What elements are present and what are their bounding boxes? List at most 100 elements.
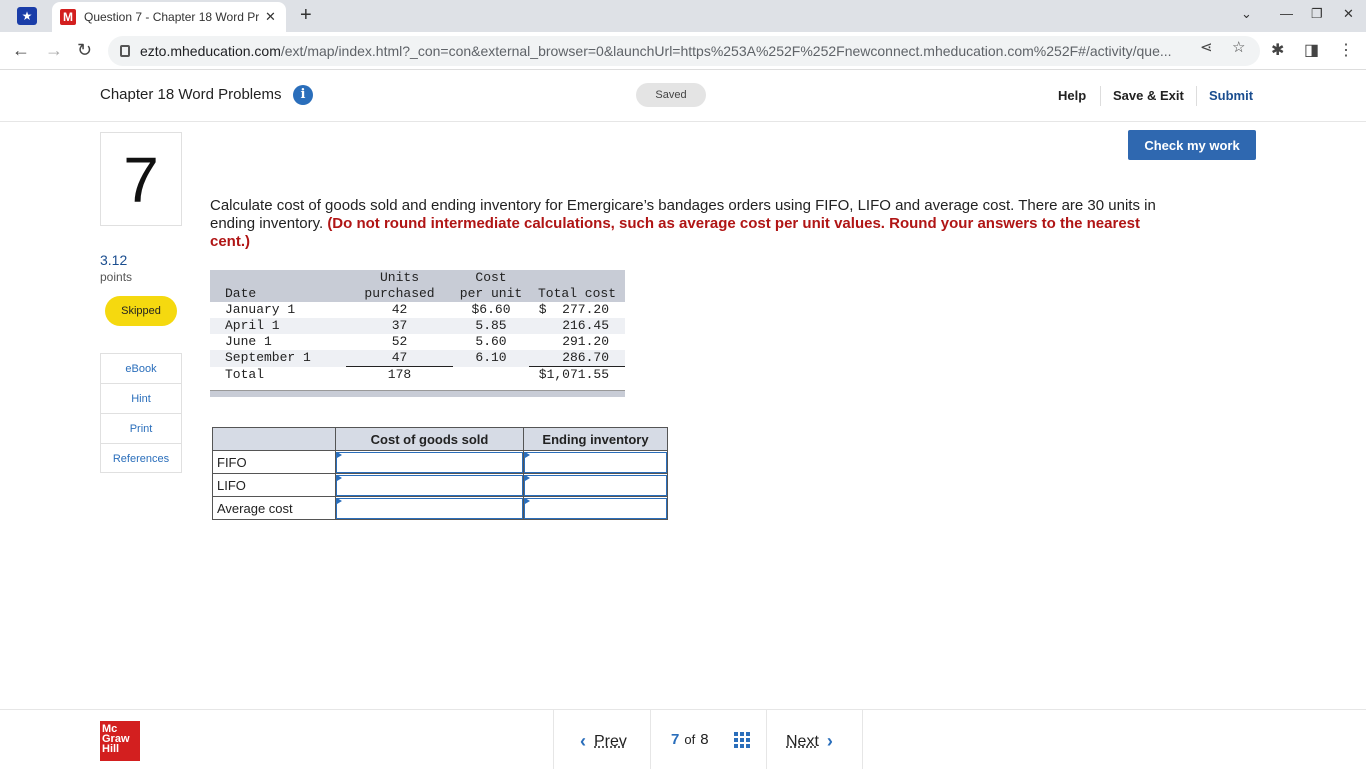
close-tab-icon[interactable]: ✕ xyxy=(265,9,276,25)
prev-label: Prev xyxy=(594,733,627,751)
address-bar[interactable]: ezto.mheducation.com/ext/map/index.html?… xyxy=(108,36,1260,66)
input-flag-icon xyxy=(337,498,342,504)
tab-search-chevron-icon[interactable]: ⌄ xyxy=(1241,6,1252,22)
saved-badge: Saved xyxy=(636,83,706,107)
status-badge: Skipped xyxy=(105,296,177,326)
input-flag-icon xyxy=(337,452,342,458)
cell-units: 42 xyxy=(346,302,453,318)
hint-link[interactable]: Hint xyxy=(101,384,181,414)
cell-date: September 1 xyxy=(210,350,346,367)
answer-row-fifo: FIFO xyxy=(213,451,668,474)
cell-cost: 5.85 xyxy=(453,318,529,334)
pagination: ‹ Prev 7 of 8 Next › xyxy=(553,710,863,769)
header-cost: Cost per unit xyxy=(453,270,529,302)
cell-cost: 5.60 xyxy=(453,334,529,350)
cell-total: 286.70 xyxy=(529,350,625,367)
average-ending-cell xyxy=(524,497,668,520)
check-my-work-button[interactable]: Check my work xyxy=(1128,130,1256,160)
question-grid-icon[interactable] xyxy=(734,732,750,748)
table-row: June 1 52 5.60 291.20 xyxy=(210,334,625,350)
average-cogs-cell xyxy=(336,497,524,520)
header-units: Units purchased xyxy=(346,270,453,302)
answer-header-row: Cost of goods sold Ending inventory xyxy=(213,428,668,451)
divider xyxy=(766,710,767,769)
row-label: LIFO xyxy=(213,474,336,497)
row-label: Average cost xyxy=(213,497,336,520)
table-row: April 1 37 5.85 216.45 xyxy=(210,318,625,334)
cell-empty xyxy=(453,367,529,384)
answer-row-average: Average cost xyxy=(213,497,668,520)
lifo-ending-cell xyxy=(524,474,668,497)
divider xyxy=(650,710,651,769)
fifo-ending-input[interactable] xyxy=(524,452,667,473)
header-date: Date xyxy=(210,270,346,302)
restore-icon[interactable]: ❐ xyxy=(1311,6,1323,22)
question-prompt: Calculate cost of goods sold and ending … xyxy=(210,197,1160,251)
forward-arrow-icon[interactable]: → xyxy=(45,40,63,61)
back-arrow-icon[interactable]: ← xyxy=(12,40,30,61)
url-text: ezto.mheducation.com/ext/map/index.html?… xyxy=(140,43,1185,59)
cell-date: January 1 xyxy=(210,302,346,318)
points-label: points xyxy=(100,270,132,284)
cell-total: 291.20 xyxy=(529,334,625,350)
window-close-icon[interactable]: ✕ xyxy=(1343,6,1354,22)
cell-units: 37 xyxy=(346,318,453,334)
header-cogs: Cost of goods sold xyxy=(336,428,524,451)
table-row: January 1 42 $6.60 $ 277.20 xyxy=(210,302,625,318)
table-scrollbar[interactable] xyxy=(210,390,625,397)
help-link[interactable]: Help xyxy=(1058,88,1086,103)
next-label: Next xyxy=(786,733,819,751)
minimize-icon[interactable]: — xyxy=(1280,6,1293,21)
extensions-puzzle-icon[interactable]: ✱ xyxy=(1271,40,1284,60)
print-link[interactable]: Print xyxy=(101,414,181,444)
new-tab-icon[interactable]: + xyxy=(300,4,312,27)
submit-link[interactable]: Submit xyxy=(1209,88,1253,103)
prev-button[interactable]: ‹ Prev xyxy=(572,731,627,752)
lifo-cogs-cell xyxy=(336,474,524,497)
more-menu-icon[interactable]: ⋮ xyxy=(1338,40,1354,60)
assignment-title: Chapter 18 Word Problems xyxy=(100,86,281,103)
side-panel-icon[interactable]: ◨ xyxy=(1304,40,1319,60)
mcgraw-hill-logo: Mc Graw Hill xyxy=(100,721,140,761)
info-icon[interactable]: i xyxy=(293,85,313,105)
of-label: of xyxy=(684,732,695,747)
table-total-row: Total 178 $1,071.55 xyxy=(210,367,625,384)
average-ending-input[interactable] xyxy=(524,498,667,519)
input-flag-icon xyxy=(525,452,530,458)
lifo-ending-input[interactable] xyxy=(524,475,667,496)
resource-menu: eBook Hint Print References xyxy=(100,353,182,473)
browser-tab[interactable]: M Question 7 - Chapter 18 Word Pr ✕ xyxy=(52,2,286,32)
lifo-cogs-input[interactable] xyxy=(336,475,523,496)
app-header: Chapter 18 Word Problems i Saved Help Sa… xyxy=(0,70,1366,122)
footer: Mc Graw Hill ‹ Prev 7 of 8 Next › xyxy=(0,709,1366,768)
references-link[interactable]: References xyxy=(101,444,181,472)
next-button[interactable]: Next › xyxy=(786,731,841,752)
cell-units: 47 xyxy=(346,350,453,367)
question-number: 7 xyxy=(100,132,182,226)
cell-total-label: Total xyxy=(210,367,346,384)
bookmark-star-icon[interactable]: ☆ xyxy=(1232,38,1245,56)
table-header-row: Date Units purchased Cost per unit Total c… xyxy=(210,270,625,302)
extension-star-icon[interactable]: ★ xyxy=(17,7,37,25)
average-cogs-input[interactable] xyxy=(336,498,523,519)
purchases-table: Date Units purchased Cost per unit Total c… xyxy=(210,270,625,383)
points-value: 3.12 xyxy=(100,252,127,268)
mheducation-favicon-icon: M xyxy=(60,9,76,25)
header-total: Total cost xyxy=(529,270,625,302)
divider xyxy=(1196,86,1197,106)
cell-total: 216.45 xyxy=(529,318,625,334)
cell-grand-total: $1,071.55 xyxy=(529,367,625,384)
cell-total-units: 178 xyxy=(346,367,453,384)
share-icon[interactable]: ⋖ xyxy=(1200,38,1213,56)
answer-table: Cost of goods sold Ending inventory FIFO… xyxy=(212,427,668,520)
browser-tabstrip: ★ M Question 7 - Chapter 18 Word Pr ✕ + … xyxy=(0,0,1366,32)
ebook-link[interactable]: eBook xyxy=(101,354,181,384)
fifo-ending-cell xyxy=(524,451,668,474)
input-flag-icon xyxy=(525,475,530,481)
save-exit-link[interactable]: Save & Exit xyxy=(1113,88,1184,103)
fifo-cogs-input[interactable] xyxy=(336,452,523,473)
lock-icon xyxy=(120,45,130,57)
current-page: 7 xyxy=(671,731,679,748)
reload-icon[interactable]: ↻ xyxy=(77,40,92,61)
page-indicator[interactable]: 7 of 8 xyxy=(671,731,709,748)
